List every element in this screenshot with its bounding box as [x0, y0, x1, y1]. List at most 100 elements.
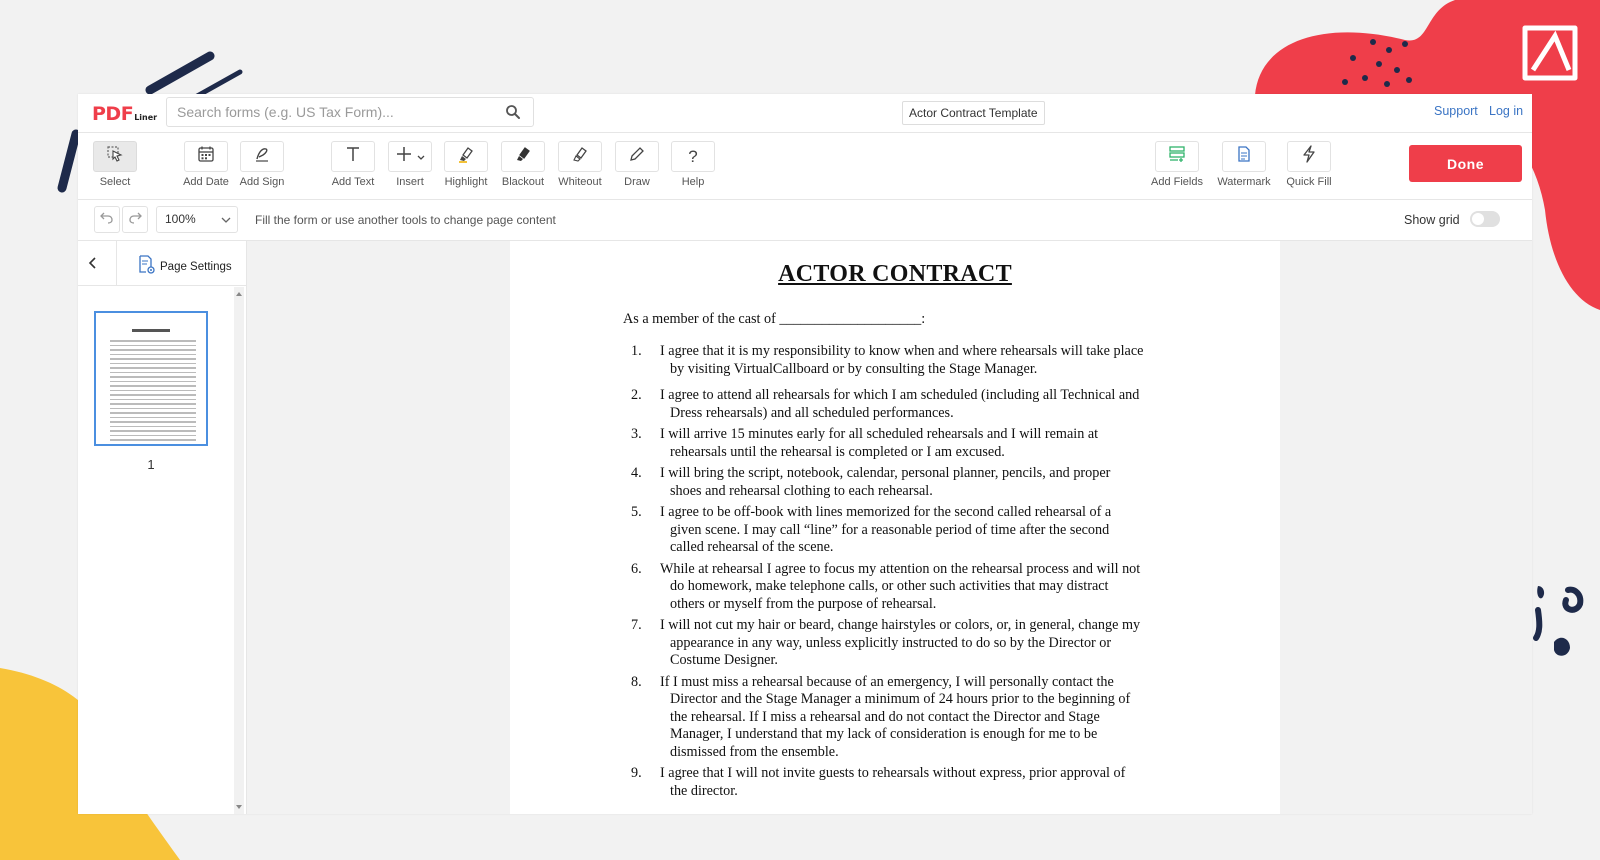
- clause-line: others or myself from the purpose of reh…: [670, 595, 937, 612]
- clause-number: 9.: [631, 765, 642, 781]
- pencil-draw-icon: [628, 145, 646, 168]
- select-cursor-icon: [106, 145, 124, 168]
- document-title: Actor Contract Template: [902, 101, 1045, 125]
- whiteout-label: Whiteout: [558, 176, 602, 188]
- page-thumbnail-1[interactable]: [94, 311, 208, 446]
- document-page[interactable]: ACTOR CONTRACT As a member of the cast o…: [510, 241, 1280, 814]
- add-date-button[interactable]: Add Date: [178, 141, 234, 188]
- clause-line: I agree to be off-book with lines memori…: [660, 504, 1112, 520]
- draw-label: Draw: [624, 176, 650, 188]
- logo-subtext: Liner: [134, 113, 158, 122]
- add-fields-button[interactable]: Add Fields: [1149, 141, 1205, 188]
- options-bar: 100% Fill the form or use another tools …: [78, 200, 1532, 241]
- redo-button[interactable]: [122, 206, 148, 233]
- contract-title: ACTOR CONTRACT: [778, 261, 1012, 287]
- page-settings-button[interactable]: Page Settings: [138, 255, 232, 278]
- chevron-left-icon: [86, 257, 100, 275]
- watermark-button[interactable]: Watermark: [1216, 141, 1272, 188]
- plus-icon: [395, 145, 413, 168]
- page-settings-icon: [138, 255, 156, 278]
- clause-number: 4.: [631, 465, 642, 481]
- draw-button[interactable]: Draw: [609, 141, 665, 188]
- zoom-value: 100%: [165, 212, 196, 226]
- calendar-icon: [197, 145, 215, 168]
- add-sign-button[interactable]: Add Sign: [234, 141, 290, 188]
- pen-sign-icon: [253, 145, 271, 168]
- highlight-label: Highlight: [444, 176, 488, 188]
- clause-line: given scene. I may call “line” for a rea…: [670, 521, 1110, 538]
- blackout-marker-icon: [514, 145, 532, 168]
- undo-button[interactable]: [94, 206, 120, 233]
- whiteout-marker-icon: [571, 145, 589, 168]
- clause-line: If I must miss a rehearsal because of an…: [660, 673, 1114, 690]
- contract-clause: 3. I will arrive 15 minutes early for all…: [623, 426, 1183, 461]
- contract-clause: 6. While at rehearsal I agree to focus my…: [623, 561, 1183, 614]
- add-text-button[interactable]: Add Text: [325, 141, 381, 188]
- quick-fill-label: Quick Fill: [1286, 176, 1332, 188]
- clause-line: by visiting VirtualCallboard or by consu…: [670, 360, 1038, 377]
- clause-line: the rehearsal. If I miss a rehearsal and…: [670, 708, 1100, 725]
- login-link[interactable]: Log in: [1489, 104, 1523, 118]
- page-thumbnails-panel: Page Settings 1: [78, 241, 247, 814]
- clause-number: 3.: [631, 426, 642, 442]
- clause-line: Costume Designer.: [670, 652, 778, 668]
- clause-number: 8.: [631, 673, 642, 690]
- contract-clause: 7. I will not cut my hair or beard, chang…: [623, 617, 1183, 670]
- contract-clause: 8. If I must miss a rehearsal because of …: [623, 674, 1183, 762]
- decor-navy-marks: [1533, 586, 1584, 656]
- insert-label: Insert: [396, 176, 424, 188]
- whiteout-button[interactable]: Whiteout: [552, 141, 608, 188]
- add-date-label: Add Date: [183, 176, 229, 188]
- search-icon[interactable]: [505, 104, 521, 125]
- clause-number: 5.: [631, 504, 642, 520]
- clause-number: 6.: [631, 560, 642, 577]
- collapse-panel-button[interactable]: [86, 255, 100, 276]
- contract-clause: 9. I agree that I will not invite guests …: [623, 765, 1183, 800]
- watermark-icon: [1235, 145, 1253, 168]
- chevron-down-icon: [417, 148, 425, 166]
- select-tool-button[interactable]: Select: [87, 141, 143, 188]
- text-t-icon: [344, 145, 362, 168]
- contract-clause: 2. I agree to attend all rehearsals for w…: [623, 387, 1183, 422]
- clause-number: 2.: [631, 387, 642, 403]
- add-text-label: Add Text: [331, 176, 375, 188]
- clause-number: 1.: [631, 343, 642, 359]
- clause-line: I will not cut my hair or beard, change …: [660, 617, 1141, 633]
- clause-line: I agree that I will not invite guests to…: [660, 765, 1126, 781]
- support-link[interactable]: Support: [1434, 104, 1478, 118]
- contract-clause: 1. I agree that it is my responsibility t…: [623, 343, 1183, 378]
- lightning-icon: [1300, 145, 1318, 168]
- panel-header-divider: [116, 241, 117, 285]
- clause-line: I agree to attend all rehearsals for whi…: [660, 387, 1140, 403]
- pdfliner-logo[interactable]: PDFLiner: [92, 103, 157, 125]
- select-tool-label: Select: [99, 176, 131, 188]
- contract-clause: 5. I agree to be off-book with lines memo…: [623, 504, 1183, 557]
- watermark-label: Watermark: [1217, 176, 1271, 188]
- redo-icon: [128, 210, 142, 229]
- document-canvas: ACTOR CONTRACT As a member of the cast o…: [247, 241, 1532, 814]
- editor-hint: Fill the form or use another tools to ch…: [255, 213, 556, 227]
- quick-fill-button[interactable]: Quick Fill: [1281, 141, 1337, 188]
- blackout-label: Blackout: [501, 176, 545, 188]
- show-grid-toggle[interactable]: [1470, 211, 1500, 227]
- clause-line: rehearsals until the rehearsal is comple…: [670, 443, 1005, 460]
- thumbnails-scrollbar[interactable]: [234, 287, 244, 814]
- clause-line: do homework, make telephone calls, or ot…: [670, 578, 1109, 594]
- add-sign-label: Add Sign: [239, 176, 285, 188]
- highlight-button[interactable]: Highlight: [438, 141, 494, 188]
- done-button[interactable]: Done: [1409, 145, 1522, 182]
- editor-window: PDFLiner Actor Contract Template Support…: [78, 94, 1532, 814]
- clause-line: called rehearsal of the scene.: [670, 539, 834, 555]
- clause-line: Manager, I understand that my lack of co…: [670, 726, 1098, 742]
- clause-line: appearance in any way, unless explicitly…: [670, 634, 1112, 651]
- clause-line: the director.: [670, 782, 738, 799]
- thumbnail-page-number: 1: [147, 457, 155, 472]
- clause-line: I agree that it is my responsibility to …: [660, 343, 1144, 359]
- search-input[interactable]: [167, 98, 507, 126]
- zoom-select[interactable]: 100%: [156, 206, 238, 233]
- insert-dropdown-button[interactable]: Insert: [382, 141, 438, 188]
- help-button[interactable]: ? Help: [665, 141, 721, 188]
- page-settings-label: Page Settings: [160, 260, 232, 273]
- contract-clause: 4. I will bring the script, notebook, cal…: [623, 465, 1183, 500]
- blackout-button[interactable]: Blackout: [495, 141, 551, 188]
